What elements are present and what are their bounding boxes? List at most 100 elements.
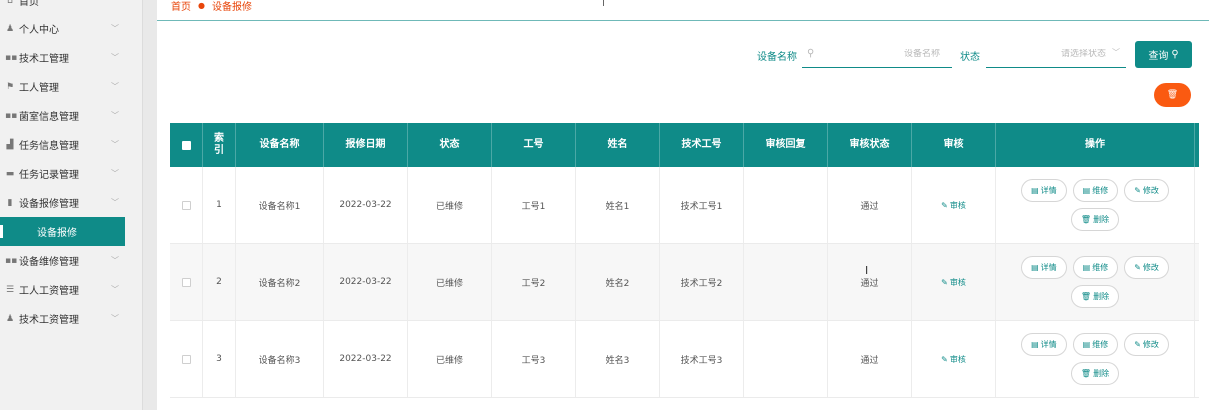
document-icon: ▤: [1082, 263, 1091, 272]
select-all-checkbox[interactable]: [181, 140, 191, 150]
column-header-emp-no: 工号: [492, 123, 576, 167]
document-icon: ▤: [1082, 340, 1091, 349]
table-row: 1 设备名称1 2022-03-22 已维修 工号1 姓名1 技术工号1 通过 …: [170, 167, 1199, 244]
row-checkbox[interactable]: [181, 354, 191, 364]
row-checkbox[interactable]: [181, 277, 191, 287]
edit-button[interactable]: ✎ 修改: [1124, 179, 1169, 202]
sidebar-item-repair-request-mgmt[interactable]: ▮ 设备报修管理 ﹀: [0, 188, 125, 217]
column-header-audit-reply: 审核回复: [744, 123, 828, 167]
sidebar-subitem-repair-request[interactable]: 设备报修: [0, 217, 125, 246]
search-name-input[interactable]: [814, 48, 952, 59]
delete-button-label: 删除: [1093, 292, 1110, 301]
main-panel: 首页 ● 设备报修 设备名称 ⚲ 状态 ﹀ 查询 ⚲ 🗑 索引 设备名称 报修日…: [157, 0, 1209, 410]
sidebar-item-tech-salary-mgmt[interactable]: ♟ 技术工资管理 ﹀: [0, 304, 125, 333]
cell-device-name: 设备名称2: [236, 244, 324, 320]
edit-button[interactable]: ✎ 修改: [1124, 333, 1169, 356]
sidebar-item-task-info-mgmt[interactable]: ▟ 任务信息管理 ﹀: [0, 130, 125, 159]
edit-pen-icon: ✎: [941, 277, 948, 287]
row-select-cell: [170, 244, 203, 320]
text-caret: [603, 0, 604, 6]
detail-button[interactable]: ▤ 详情: [1021, 179, 1067, 202]
audit-link[interactable]: ✎ 审核: [941, 354, 966, 365]
cell-audit: ✎ 审核: [912, 167, 996, 243]
sidebar-item-personal-center[interactable]: ♟ 个人中心 ﹀: [0, 14, 125, 43]
chevron-down-icon: ﹀: [111, 314, 119, 323]
column-header-audit: 审核: [912, 123, 996, 167]
sidebar-subitem-label: 设备报修: [37, 228, 77, 239]
query-button[interactable]: 查询 ⚲: [1135, 41, 1192, 68]
sidebar-item-label: 工人管理: [19, 83, 59, 94]
cell-audit: ✎ 审核: [912, 244, 996, 320]
search-name-field[interactable]: ⚲: [802, 40, 952, 68]
row-checkbox[interactable]: [181, 200, 191, 210]
cell-emp-no: 工号3: [492, 321, 576, 397]
home-icon: ⌂: [7, 0, 13, 6]
delete-button[interactable]: 🗑 删除: [1070, 208, 1120, 231]
data-table: 索引 设备名称 报修日期 状态 工号 姓名 技术工号 审核回复 审核状态 审核 …: [170, 123, 1199, 398]
document-icon: ▤: [1031, 263, 1039, 272]
user-icon: ♟: [5, 313, 15, 324]
sidebar-item-label: 技术工资管理: [19, 315, 79, 326]
batch-delete-button[interactable]: 🗑: [1154, 83, 1191, 107]
chevron-down-icon: ﹀: [111, 53, 119, 62]
cell-audit-status: 通过: [828, 321, 912, 397]
breadcrumb-home[interactable]: 首页: [171, 0, 191, 13]
breadcrumb-separator-icon: ●: [198, 1, 205, 10]
row-select-cell: [170, 321, 203, 397]
document-icon: ▤: [1031, 186, 1039, 195]
detail-button-label: 详情: [1040, 340, 1057, 349]
flag-icon: ⚑: [5, 81, 15, 92]
detail-button[interactable]: ▤ 详情: [1021, 333, 1067, 356]
cell-index: 3: [203, 321, 236, 397]
cell-audit-status: 通过: [828, 244, 912, 320]
search-icon: ⚲: [807, 48, 815, 59]
repair-button[interactable]: ▤ 维修: [1072, 256, 1119, 279]
table-row: 2 设备名称2 2022-03-22 已维修 工号2 姓名2 技术工号2 通过 …: [170, 244, 1199, 321]
user-icon: ♟: [5, 23, 15, 34]
audit-link[interactable]: ✎ 审核: [941, 277, 966, 288]
sidebar-item-label: 菌室信息管理: [19, 112, 79, 123]
audit-link[interactable]: ✎ 审核: [941, 200, 966, 211]
trash-icon: 🗑: [1080, 292, 1092, 301]
delete-button[interactable]: 🗑 删除: [1070, 285, 1120, 308]
edit-pen-icon: ✎: [1134, 263, 1141, 272]
cell-status: 已维修: [408, 321, 492, 397]
sidebar-item-home[interactable]: ⌂ 首页: [0, 0, 125, 15]
sidebar-item-technician-mgmt[interactable]: ▪▪ 技术工管理 ﹀: [0, 43, 125, 72]
sidebar-item-label: 技术工管理: [19, 54, 69, 65]
repair-button[interactable]: ▤ 维修: [1072, 179, 1119, 202]
audit-link-label: 审核: [949, 354, 966, 364]
grid-icon: ▪▪: [5, 52, 18, 63]
sidebar-item-worker-salary-mgmt[interactable]: ☰ 工人工资管理 ﹀: [0, 275, 125, 304]
detail-button[interactable]: ▤ 详情: [1021, 256, 1067, 279]
chevron-down-icon: ﹀: [111, 140, 119, 149]
delete-button-label: 删除: [1093, 369, 1110, 378]
repair-button-label: 维修: [1092, 186, 1109, 195]
edit-button[interactable]: ✎ 修改: [1124, 256, 1169, 279]
sidebar-item-task-record-mgmt[interactable]: ▬ 任务记录管理 ﹀: [0, 159, 125, 188]
cell-report-date: 2022-03-22: [324, 321, 408, 397]
sidebar-item-label: 任务信息管理: [19, 141, 79, 152]
sidebar-item-label: 个人中心: [19, 25, 59, 36]
sidebar-item-room-info-mgmt[interactable]: ▪▪ 菌室信息管理 ﹀: [0, 101, 125, 130]
breadcrumb: 首页 ● 设备报修: [171, 0, 252, 13]
sidebar-item-maintenance-mgmt[interactable]: ▪▪ 设备维修管理 ﹀: [0, 246, 125, 275]
grid-icon: ▪▪: [5, 255, 18, 266]
sidebar-item-label: 设备维修管理: [19, 257, 79, 268]
detail-button-label: 详情: [1040, 263, 1057, 272]
delete-button[interactable]: 🗑 删除: [1070, 362, 1120, 385]
sidebar-item-worker-mgmt[interactable]: ⚑ 工人管理 ﹀: [0, 72, 125, 101]
sidebar-item-label: 首页: [19, 0, 39, 8]
column-header-tech-no: 技术工号: [660, 123, 744, 167]
cell-device-name: 设备名称1: [236, 167, 324, 243]
folder-icon: ▬: [5, 168, 15, 179]
search-status-select[interactable]: ﹀: [986, 40, 1126, 68]
repair-button[interactable]: ▤ 维修: [1072, 333, 1119, 356]
cell-report-date: 2022-03-22: [324, 167, 408, 243]
table-header: 索引 设备名称 报修日期 状态 工号 姓名 技术工号 审核回复 审核状态 审核 …: [170, 123, 1199, 167]
status-select-input[interactable]: [986, 48, 1126, 59]
active-indicator: [0, 225, 3, 238]
cell-audit-status: 通过: [828, 167, 912, 243]
cell-index: 1: [203, 167, 236, 243]
cell-audit: ✎ 审核: [912, 321, 996, 397]
